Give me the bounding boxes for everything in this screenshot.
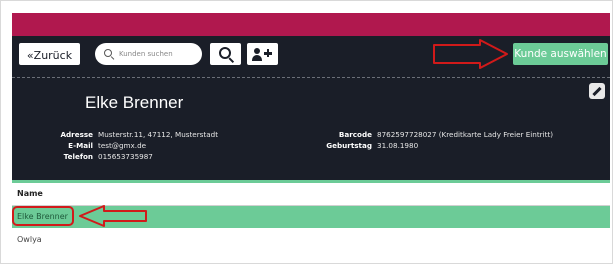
arrow-right-annotation — [433, 39, 508, 69]
arrow-left-annotation — [79, 205, 147, 227]
annotation-layer — [79, 39, 508, 227]
